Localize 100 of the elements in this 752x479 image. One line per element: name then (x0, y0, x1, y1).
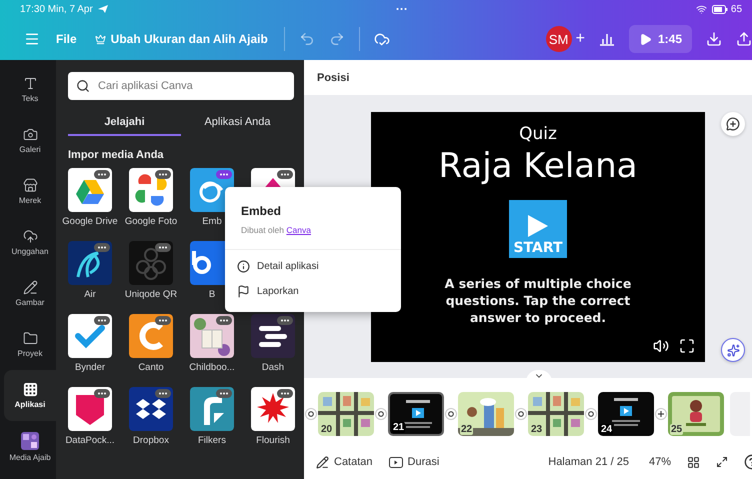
camera-icon (22, 127, 38, 142)
notes-icon (316, 456, 329, 468)
search-icon (76, 79, 90, 93)
flag-icon (237, 285, 250, 298)
app-tile[interactable] (129, 241, 173, 285)
cloud-saved-icon[interactable] (374, 31, 390, 47)
app-tile[interactable] (129, 168, 173, 212)
battery-icon (712, 4, 728, 14)
sidebar-item[interactable]: Gambar (4, 268, 56, 319)
volume-icon[interactable] (653, 338, 669, 354)
app-tile[interactable] (190, 314, 234, 358)
author-link[interactable]: Canva (286, 225, 311, 235)
expand-icon[interactable] (716, 456, 728, 468)
transition-icon[interactable] (585, 408, 597, 420)
folder-icon (22, 331, 38, 346)
app-tile[interactable] (68, 387, 112, 431)
app-tile[interactable] (68, 241, 112, 285)
slide-thumbnail[interactable]: 21 (388, 392, 444, 436)
position-heading: Posisi (317, 72, 350, 84)
search-field[interactable]: Cari aplikasi Canva (68, 72, 294, 100)
app-name: Dash (260, 362, 286, 374)
user-avatar[interactable]: SM (546, 26, 572, 52)
slide-thumbnail[interactable]: 22 (458, 392, 514, 436)
share-icon[interactable] (736, 31, 752, 47)
app-tile[interactable] (190, 387, 234, 431)
app-name: Emb (201, 216, 223, 228)
transition-icon[interactable] (445, 408, 457, 420)
sidebar-item[interactable]: Media Ajaib (4, 421, 56, 472)
menu-icon[interactable] (24, 31, 40, 47)
curve-logo-icon (68, 241, 112, 285)
slide-title: Raja Kelana (438, 146, 638, 186)
link-logo-icon (68, 314, 112, 358)
timer-icon (388, 456, 403, 468)
app-name: Childboo... (188, 362, 236, 374)
sidebar-item[interactable]: Aplikasi (4, 370, 56, 421)
grid-icon (22, 382, 38, 397)
status-time: 17:30 Min, 7 Apr (20, 4, 93, 14)
app-tile[interactable] (251, 387, 295, 431)
app-name: Canto (137, 362, 165, 374)
fullscreen-icon[interactable] (679, 338, 695, 354)
transition-icon[interactable] (375, 408, 387, 420)
slide-thumbnail[interactable]: 23 (528, 392, 584, 436)
app-name: DataPock... (64, 435, 116, 447)
present-button[interactable]: 1:45 (628, 25, 692, 53)
app-name: Flourish (255, 435, 291, 447)
app-tile[interactable] (68, 314, 112, 358)
sidebar-item[interactable]: Teks (4, 64, 56, 115)
slide-thumbnail[interactable]: 20 (318, 392, 374, 436)
section-heading: Impor media Anda (68, 149, 165, 161)
chart-icon[interactable] (598, 32, 615, 46)
magic-media-icon (21, 432, 39, 450)
menu-item[interactable]: Detail aplikasi (225, 254, 401, 279)
sidebar-item[interactable]: Galeri (4, 115, 56, 166)
crown-icon (94, 34, 106, 44)
add-user-button[interactable]: + (576, 30, 585, 48)
slide-thumbnail[interactable]: 25 (668, 392, 724, 436)
pen-icon (22, 280, 38, 295)
duration-button[interactable]: Durasi (388, 456, 440, 468)
app-tile[interactable] (251, 314, 295, 358)
upload-icon (22, 229, 38, 244)
notes-button[interactable]: Catatan (316, 456, 373, 468)
panel-tab[interactable]: Aplikasi Anda (181, 110, 294, 136)
popup-title: Embed (241, 204, 282, 218)
slide-thumbnail[interactable]: 24 (598, 392, 654, 436)
sidebar-item[interactable]: Unggahan (4, 217, 56, 268)
search-input[interactable]: Cari aplikasi Canva (96, 79, 286, 93)
text-icon (22, 76, 38, 91)
starburst-logo-icon (251, 387, 295, 431)
comment-icon (726, 117, 740, 131)
menu-item[interactable]: Laporkan (225, 279, 401, 304)
panel-tab[interactable]: Jelajahi (68, 110, 181, 136)
download-icon[interactable] (706, 31, 722, 47)
play-icon (527, 214, 549, 238)
magic-button[interactable] (721, 338, 745, 362)
grid-view-icon[interactable] (687, 456, 700, 468)
slide-description: A series of multiple choice questions. Tap the correct answer to proceed. (444, 275, 632, 326)
ring-logo-icon (129, 314, 173, 358)
add-icon[interactable] (655, 408, 667, 420)
byline-text: Dibuat oleh Canva (241, 225, 312, 235)
sidebar-item[interactable]: Merek (4, 166, 56, 217)
sparkle-icon (726, 344, 740, 356)
store-icon (22, 178, 38, 193)
app-name: Filkers (197, 435, 227, 447)
app-tile[interactable] (68, 168, 112, 212)
zoom-level[interactable]: 47% (648, 456, 671, 468)
app-tile[interactable] (129, 387, 173, 431)
app-tile[interactable] (129, 314, 173, 358)
transition-icon[interactable] (515, 408, 527, 420)
app-name: Google Drive (61, 216, 119, 228)
app-name: Google Foto (124, 216, 178, 228)
slide-kicker: Quiz (519, 124, 557, 144)
app-name: Uniqode QR (124, 289, 178, 301)
transition-icon[interactable] (305, 408, 317, 420)
page-indicator: Halaman 21 / 25 (548, 456, 629, 468)
sidebar-item[interactable]: Proyek (4, 319, 56, 370)
app-name: Air (83, 289, 97, 301)
book-logo-icon (190, 314, 234, 358)
shield-logo-icon (68, 387, 112, 431)
fold-logo-icon (190, 387, 234, 431)
comment-button[interactable] (721, 112, 745, 136)
